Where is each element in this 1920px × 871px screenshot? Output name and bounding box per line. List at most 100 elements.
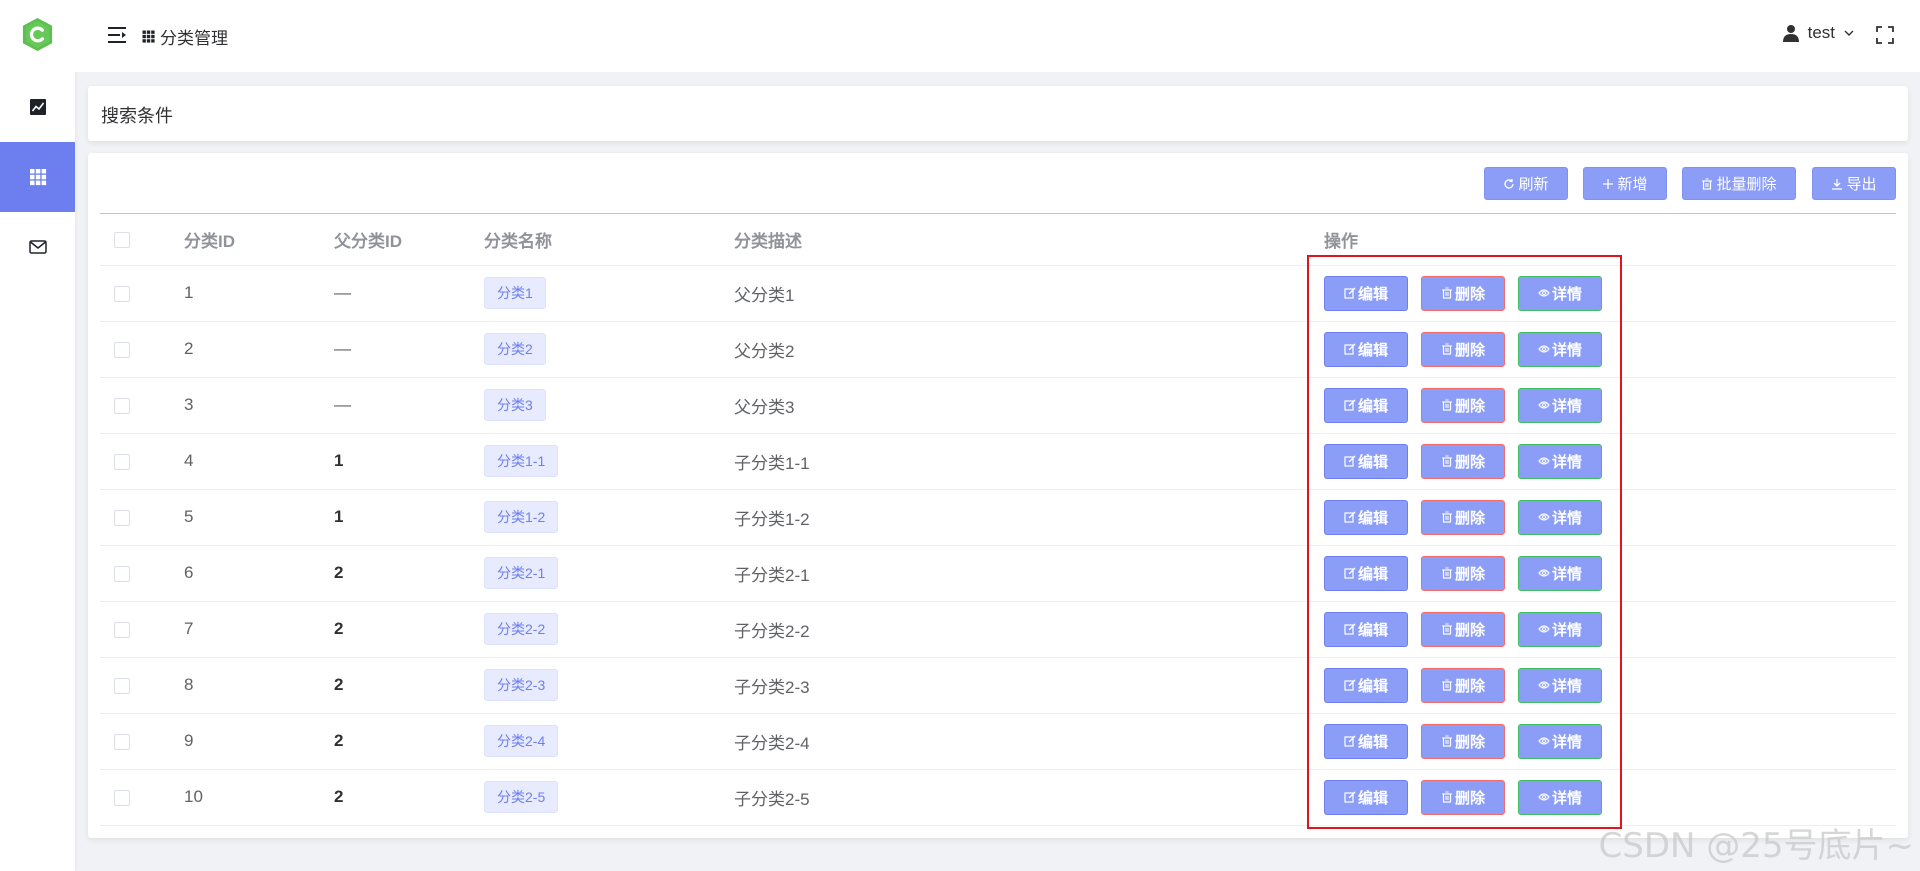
edit-icon	[1344, 791, 1356, 803]
trash-icon	[1702, 177, 1713, 190]
view-button[interactable]: 详情	[1518, 331, 1602, 367]
table-panel: 刷新 新增 批量删除 导出 分类ID 父分类ID 分类名称 分类描述 操作 1—…	[88, 153, 1908, 838]
row-checkbox[interactable]	[114, 565, 130, 582]
breadcrumb: 分类管理	[141, 24, 228, 49]
export-button[interactable]: 导出	[1812, 167, 1896, 200]
delete-button[interactable]: 删除	[1421, 443, 1505, 479]
table-row[interactable]: 4 1 分类1-1 子分类1-1 编辑 删除 详情	[100, 433, 1896, 490]
cell-id: 1	[184, 265, 334, 322]
delete-button[interactable]: 删除	[1421, 387, 1505, 423]
edit-button[interactable]: 编辑	[1324, 387, 1408, 423]
cell-ops: 编辑 删除 详情	[1324, 769, 1896, 826]
cell-id: 3	[184, 377, 334, 434]
table-row[interactable]: 7 2 分类2-2 子分类2-2 编辑 删除 详情	[100, 601, 1896, 658]
view-button[interactable]: 详情	[1518, 387, 1602, 423]
fullscreen-icon[interactable]	[1876, 26, 1894, 44]
eye-icon	[1538, 513, 1550, 521]
app-logo[interactable]	[20, 17, 55, 52]
table-row[interactable]: 6 2 分类2-1 子分类2-1 编辑 删除 详情	[100, 545, 1896, 602]
delete-button[interactable]: 删除	[1421, 499, 1505, 535]
refresh-button[interactable]: 刷新	[1484, 167, 1568, 200]
category-name-tag: 分类3	[484, 389, 546, 421]
sidebar-item-messages[interactable]	[0, 212, 75, 282]
header-desc[interactable]: 分类描述	[734, 214, 1324, 266]
cell-desc: 子分类2-1	[734, 545, 1324, 602]
view-button[interactable]: 详情	[1518, 443, 1602, 479]
category-name-tag: 分类1-2	[484, 501, 559, 533]
row-checkbox[interactable]	[114, 621, 130, 638]
view-button[interactable]: 详情	[1518, 611, 1602, 647]
mail-icon	[28, 240, 47, 254]
row-checkbox[interactable]	[114, 397, 130, 414]
delete-button[interactable]: 删除	[1421, 667, 1505, 703]
table-row[interactable]: 1— 分类1 父分类1 编辑 删除 详情	[100, 265, 1896, 322]
edit-button[interactable]: 编辑	[1324, 611, 1408, 647]
delete-button[interactable]: 删除	[1421, 275, 1505, 311]
edit-icon	[1344, 343, 1356, 355]
edit-button[interactable]: 编辑	[1324, 555, 1408, 591]
view-button[interactable]: 详情	[1518, 555, 1602, 591]
table-row[interactable]: 2— 分类2 父分类2 编辑 删除 详情	[100, 321, 1896, 378]
cell-ops: 编辑 删除 详情	[1324, 657, 1896, 714]
row-checkbox[interactable]	[114, 453, 130, 470]
table-row[interactable]: 5 1 分类1-2 子分类1-2 编辑 删除 详情	[100, 489, 1896, 546]
row-checkbox[interactable]	[114, 677, 130, 694]
edit-button[interactable]: 编辑	[1324, 443, 1408, 479]
view-button[interactable]: 详情	[1518, 779, 1602, 815]
delete-button[interactable]: 删除	[1421, 611, 1505, 647]
delete-button[interactable]: 删除	[1421, 723, 1505, 759]
search-panel[interactable]: 搜索条件	[88, 86, 1908, 141]
table-row[interactable]: 3— 分类3 父分类3 编辑 删除 详情	[100, 377, 1896, 434]
row-checkbox[interactable]	[114, 341, 130, 358]
delete-button[interactable]: 删除	[1421, 331, 1505, 367]
download-icon	[1832, 178, 1843, 190]
table-row[interactable]: 8 2 分类2-3 子分类2-3 编辑 删除 详情	[100, 657, 1896, 714]
eye-icon	[1538, 625, 1550, 633]
row-checkbox[interactable]	[114, 509, 130, 526]
menu-toggle-icon[interactable]	[108, 26, 128, 44]
edit-icon	[1344, 399, 1356, 411]
edit-button[interactable]: 编辑	[1324, 667, 1408, 703]
view-button[interactable]: 详情	[1518, 275, 1602, 311]
category-name-tag: 分类2-2	[484, 613, 559, 645]
sidebar-item-dashboard[interactable]	[0, 72, 75, 142]
table-row[interactable]: 10 2 分类2-5 子分类2-5 编辑 删除 详情	[100, 769, 1896, 826]
plus-icon	[1603, 178, 1614, 189]
view-button[interactable]: 详情	[1518, 499, 1602, 535]
view-button[interactable]: 详情	[1518, 667, 1602, 703]
trash-icon	[1441, 399, 1452, 411]
cell-desc: 子分类2-4	[734, 713, 1324, 770]
add-button[interactable]: 新增	[1583, 167, 1667, 200]
table-row[interactable]: 9 2 分类2-4 子分类2-4 编辑 删除 详情	[100, 713, 1896, 770]
category-name-tag: 分类1	[484, 277, 546, 309]
sidebar-item-category[interactable]	[0, 142, 75, 212]
header-name[interactable]: 分类名称	[484, 214, 734, 266]
view-button[interactable]: 详情	[1518, 723, 1602, 759]
edit-button[interactable]: 编辑	[1324, 331, 1408, 367]
cell-id: 5	[184, 489, 334, 546]
row-checkbox[interactable]	[114, 285, 130, 302]
edit-button[interactable]: 编辑	[1324, 723, 1408, 759]
delete-button[interactable]: 删除	[1421, 779, 1505, 815]
eye-icon	[1538, 569, 1550, 577]
category-name-tag: 分类1-1	[484, 445, 559, 477]
eye-icon	[1538, 793, 1550, 801]
user-menu[interactable]: test	[1782, 23, 1855, 43]
row-checkbox[interactable]	[114, 733, 130, 750]
edit-icon	[1344, 567, 1356, 579]
cell-parent-id: 2	[334, 601, 484, 658]
row-checkbox[interactable]	[114, 789, 130, 806]
cell-parent-id: —	[334, 321, 484, 378]
header-parent-id[interactable]: 父分类ID	[334, 214, 484, 266]
search-panel-title: 搜索条件	[101, 106, 173, 126]
edit-button[interactable]: 编辑	[1324, 499, 1408, 535]
eye-icon	[1538, 681, 1550, 689]
trash-icon	[1441, 567, 1452, 579]
batch-delete-button[interactable]: 批量删除	[1682, 167, 1796, 200]
select-all-checkbox[interactable]	[114, 231, 130, 248]
cell-desc: 父分类3	[734, 377, 1324, 434]
header-id[interactable]: 分类ID	[184, 214, 334, 266]
edit-button[interactable]: 编辑	[1324, 275, 1408, 311]
delete-button[interactable]: 删除	[1421, 555, 1505, 591]
edit-button[interactable]: 编辑	[1324, 779, 1408, 815]
